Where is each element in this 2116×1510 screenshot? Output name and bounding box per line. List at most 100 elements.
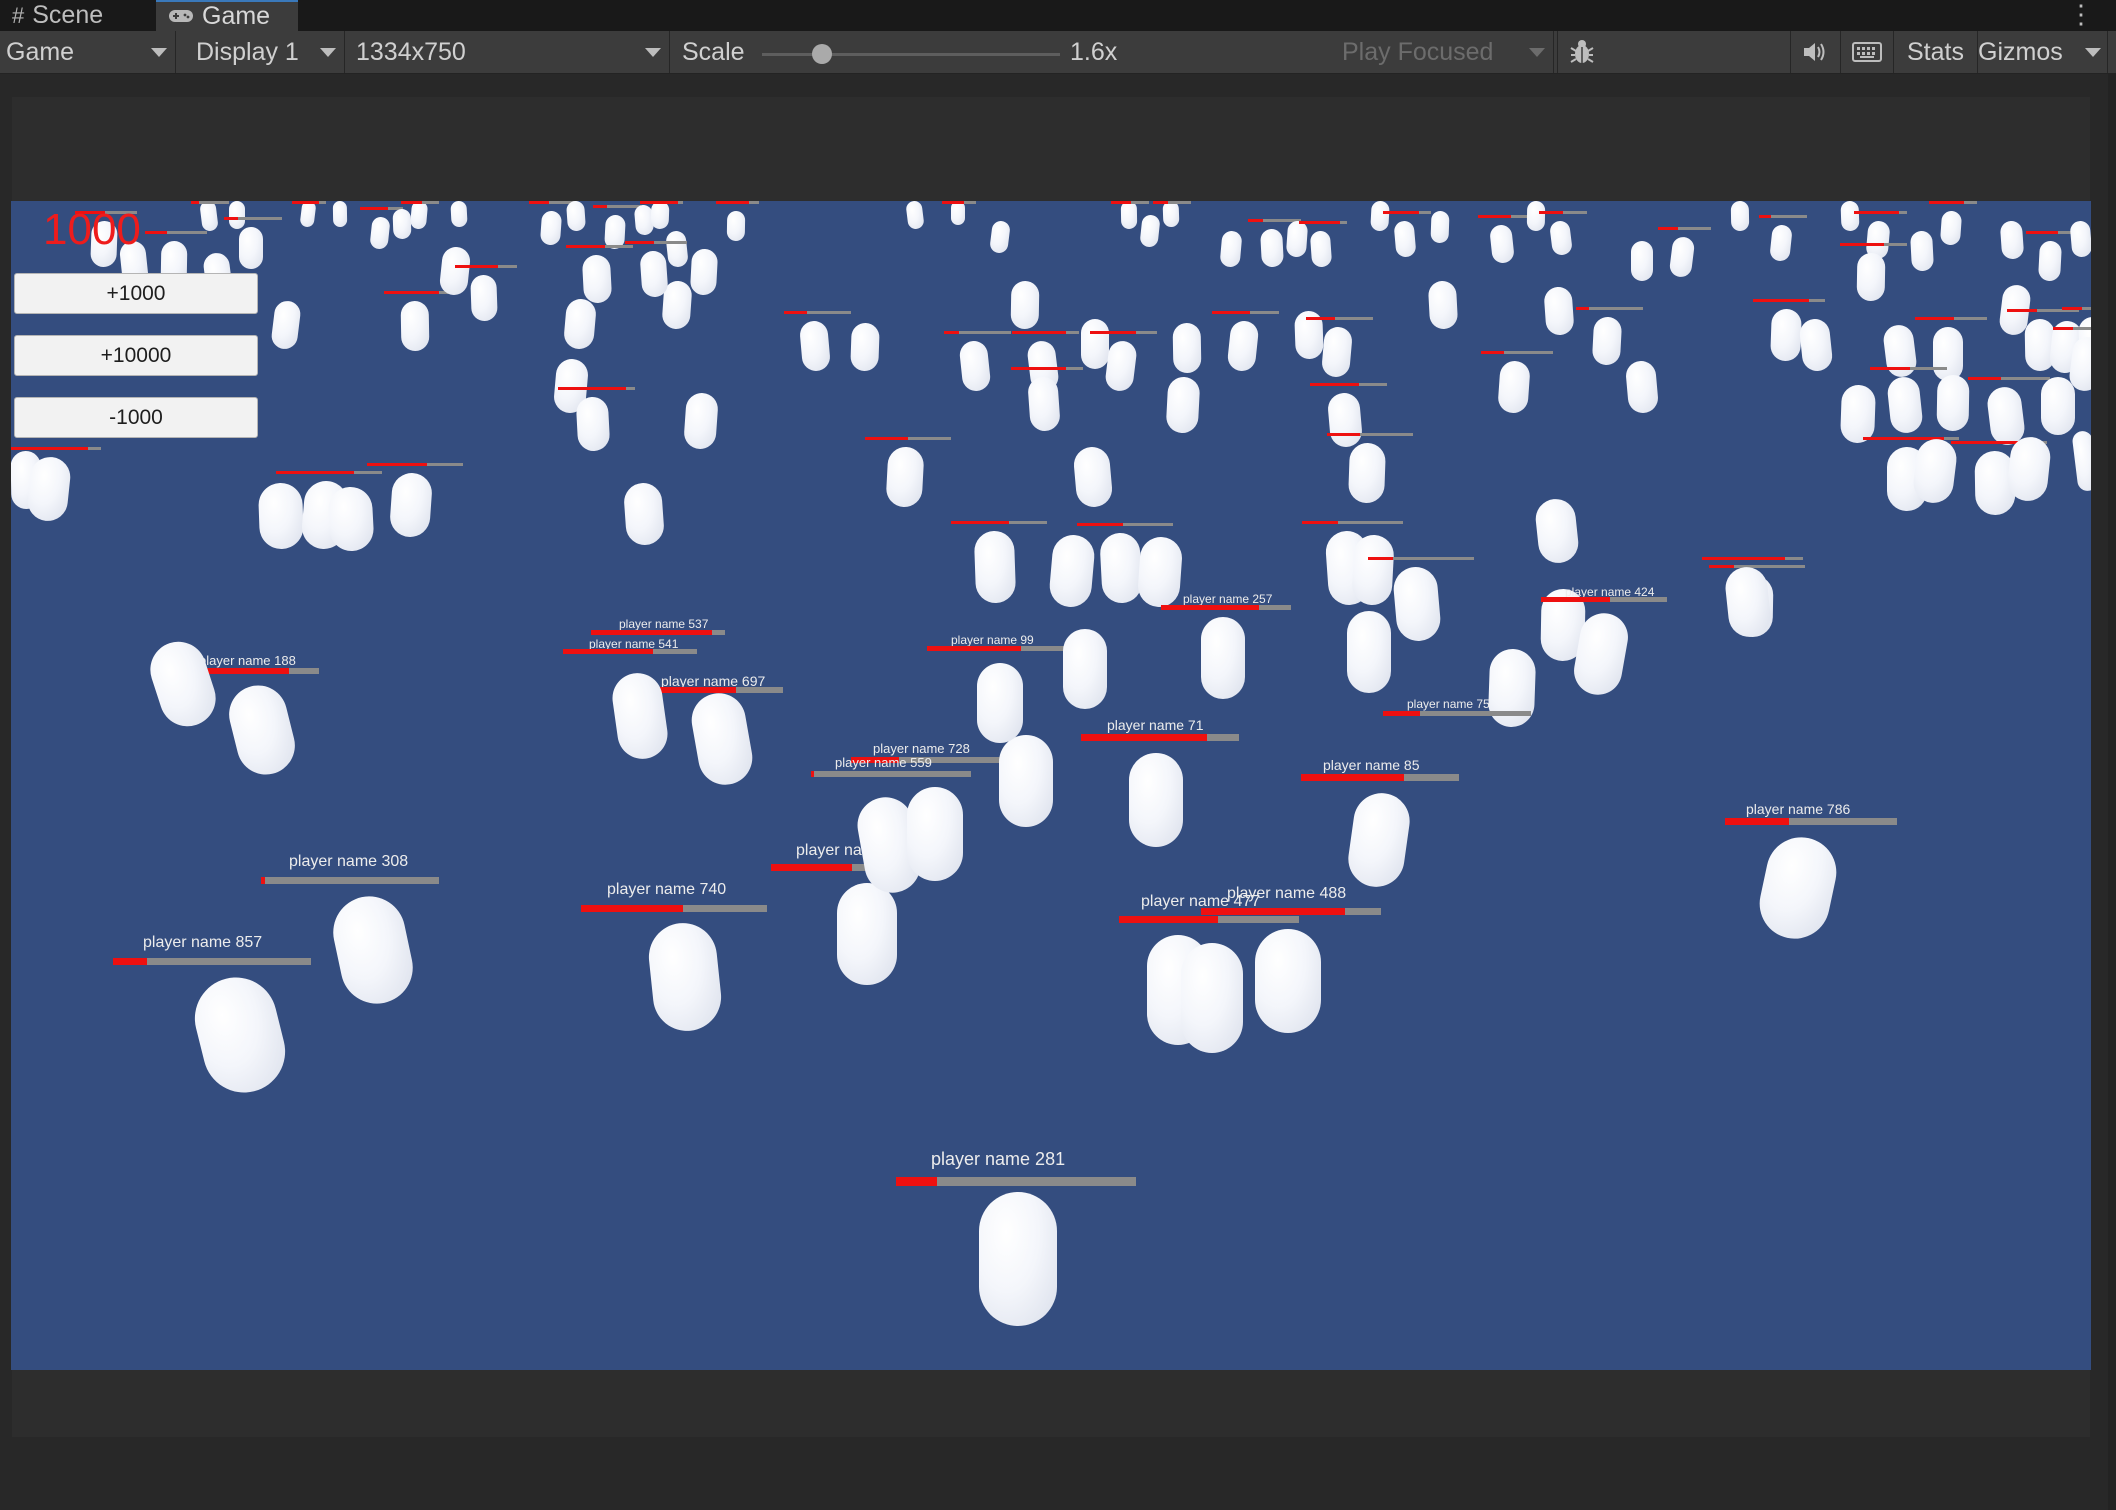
more-options-icon[interactable]: ⋮	[2068, 1, 2094, 27]
health-bar	[276, 471, 382, 474]
health-bar-fill	[401, 201, 422, 204]
player-capsule	[186, 968, 294, 1102]
health-bar	[716, 201, 759, 204]
health-bar	[1081, 734, 1239, 741]
player-name-label: player name 71	[1107, 717, 1204, 733]
health-bar-fill	[593, 205, 608, 208]
health-bar-fill	[1383, 211, 1419, 214]
health-bar	[1306, 317, 1373, 320]
tab-game[interactable]: Game	[156, 0, 298, 31]
health-bar-fill	[558, 387, 626, 390]
scale-slider-thumb[interactable]	[812, 44, 832, 64]
health-bar	[1478, 215, 1531, 218]
health-bar	[1541, 597, 1667, 602]
display-dropdown[interactable]: Display 1	[190, 31, 345, 73]
health-bar-fill	[2053, 327, 2074, 330]
player-capsule	[1081, 319, 1109, 369]
health-bar-fill	[1212, 311, 1250, 314]
health-bar	[455, 265, 517, 268]
player-capsule	[850, 322, 880, 372]
health-bar-fill	[1081, 734, 1208, 741]
player-capsule	[1072, 445, 1114, 509]
health-bar-fill	[1302, 521, 1339, 524]
speaker-icon[interactable]	[1790, 31, 1838, 73]
player-capsule	[1936, 374, 1970, 432]
health-bar-fill	[113, 958, 147, 965]
health-bar-fill	[1012, 331, 1066, 334]
health-bar-fill	[276, 471, 355, 474]
health-bar	[1863, 437, 1959, 440]
player-name-label: player name 75	[1407, 697, 1490, 711]
scale-label: Scale	[682, 37, 745, 66]
chevron-down-icon	[151, 48, 167, 57]
health-bar	[1709, 565, 1805, 568]
player-capsule	[1172, 322, 1202, 374]
bug-icon[interactable]	[1557, 31, 1605, 73]
add-1000-button[interactable]: +1000	[14, 273, 258, 314]
scale-slider-track[interactable]	[762, 53, 1060, 56]
player-capsule	[622, 481, 666, 547]
player-name-label: player name 99	[951, 633, 1034, 647]
health-bar-fill	[1383, 711, 1420, 716]
health-bar	[1539, 211, 1587, 214]
health-bar-fill	[784, 311, 807, 314]
resolution-dropdown[interactable]: 1334x750	[350, 31, 670, 73]
health-bar	[944, 331, 1011, 334]
gizmos-dropdown[interactable]: Gizmos	[1977, 31, 2108, 73]
tab-scene-label: Scene	[32, 1, 104, 29]
health-bar	[1870, 367, 1947, 370]
score-counter: 1000	[43, 205, 141, 254]
health-bar	[1153, 201, 1191, 204]
player-capsule	[400, 300, 430, 352]
health-bar	[951, 521, 1047, 524]
health-bar-fill	[360, 207, 389, 210]
add-10000-button[interactable]: +10000	[14, 335, 258, 376]
health-bar-fill	[896, 1177, 937, 1186]
health-bar-fill	[1478, 215, 1511, 218]
player-capsule	[581, 254, 613, 304]
health-bar	[1077, 523, 1173, 526]
health-bar-fill	[2062, 307, 2083, 310]
health-bar	[11, 447, 101, 450]
health-bar-fill	[1248, 219, 1263, 222]
health-bar-fill	[1576, 307, 1590, 310]
health-bar-fill	[1870, 367, 1911, 370]
health-bar-fill	[367, 463, 427, 466]
keyboard-icon[interactable]	[1840, 31, 1892, 73]
tab-scene[interactable]: # Scene	[0, 0, 150, 31]
player-capsule	[1260, 228, 1284, 268]
subtract-1000-button[interactable]: -1000	[14, 397, 258, 438]
health-bar-fill	[261, 877, 265, 884]
player-capsule	[270, 299, 302, 351]
stats-button[interactable]: Stats	[1893, 31, 1977, 73]
health-bar	[640, 201, 683, 204]
player-capsule	[1668, 235, 1696, 279]
chevron-down-icon	[1529, 48, 1545, 57]
health-bar	[1968, 377, 2050, 380]
health-bar	[1090, 331, 1157, 334]
health-bar	[1011, 367, 1083, 370]
health-bar	[1201, 908, 1381, 915]
player-name-label: player name 281	[931, 1149, 1066, 1169]
scrollbar[interactable]	[2108, 73, 2116, 1510]
player-capsule	[1769, 224, 1793, 262]
health-bar-fill	[1702, 557, 1785, 560]
play-mode-dropdown[interactable]: Play Focused	[1336, 31, 1554, 73]
player-capsule	[470, 274, 498, 322]
player-capsule	[1624, 359, 1660, 415]
health-bar-fill	[640, 201, 678, 204]
health-bar-fill	[292, 201, 319, 204]
health-bar	[1915, 317, 1987, 320]
player-capsule	[1999, 220, 2025, 260]
health-bar-fill	[1111, 201, 1131, 204]
player-capsule	[1839, 384, 1877, 444]
health-bar-fill	[1539, 211, 1563, 214]
health-bar	[896, 1177, 1136, 1186]
health-bar-fill	[145, 231, 168, 234]
game-viewport[interactable]: 1000 +1000 +10000 -1000 player name 281 …	[11, 201, 2091, 1370]
player-capsule	[687, 689, 757, 789]
health-bar	[1725, 818, 1897, 825]
health-bar	[1301, 774, 1459, 781]
health-bar	[1299, 221, 1347, 224]
mode-dropdown[interactable]: Game	[0, 31, 176, 73]
